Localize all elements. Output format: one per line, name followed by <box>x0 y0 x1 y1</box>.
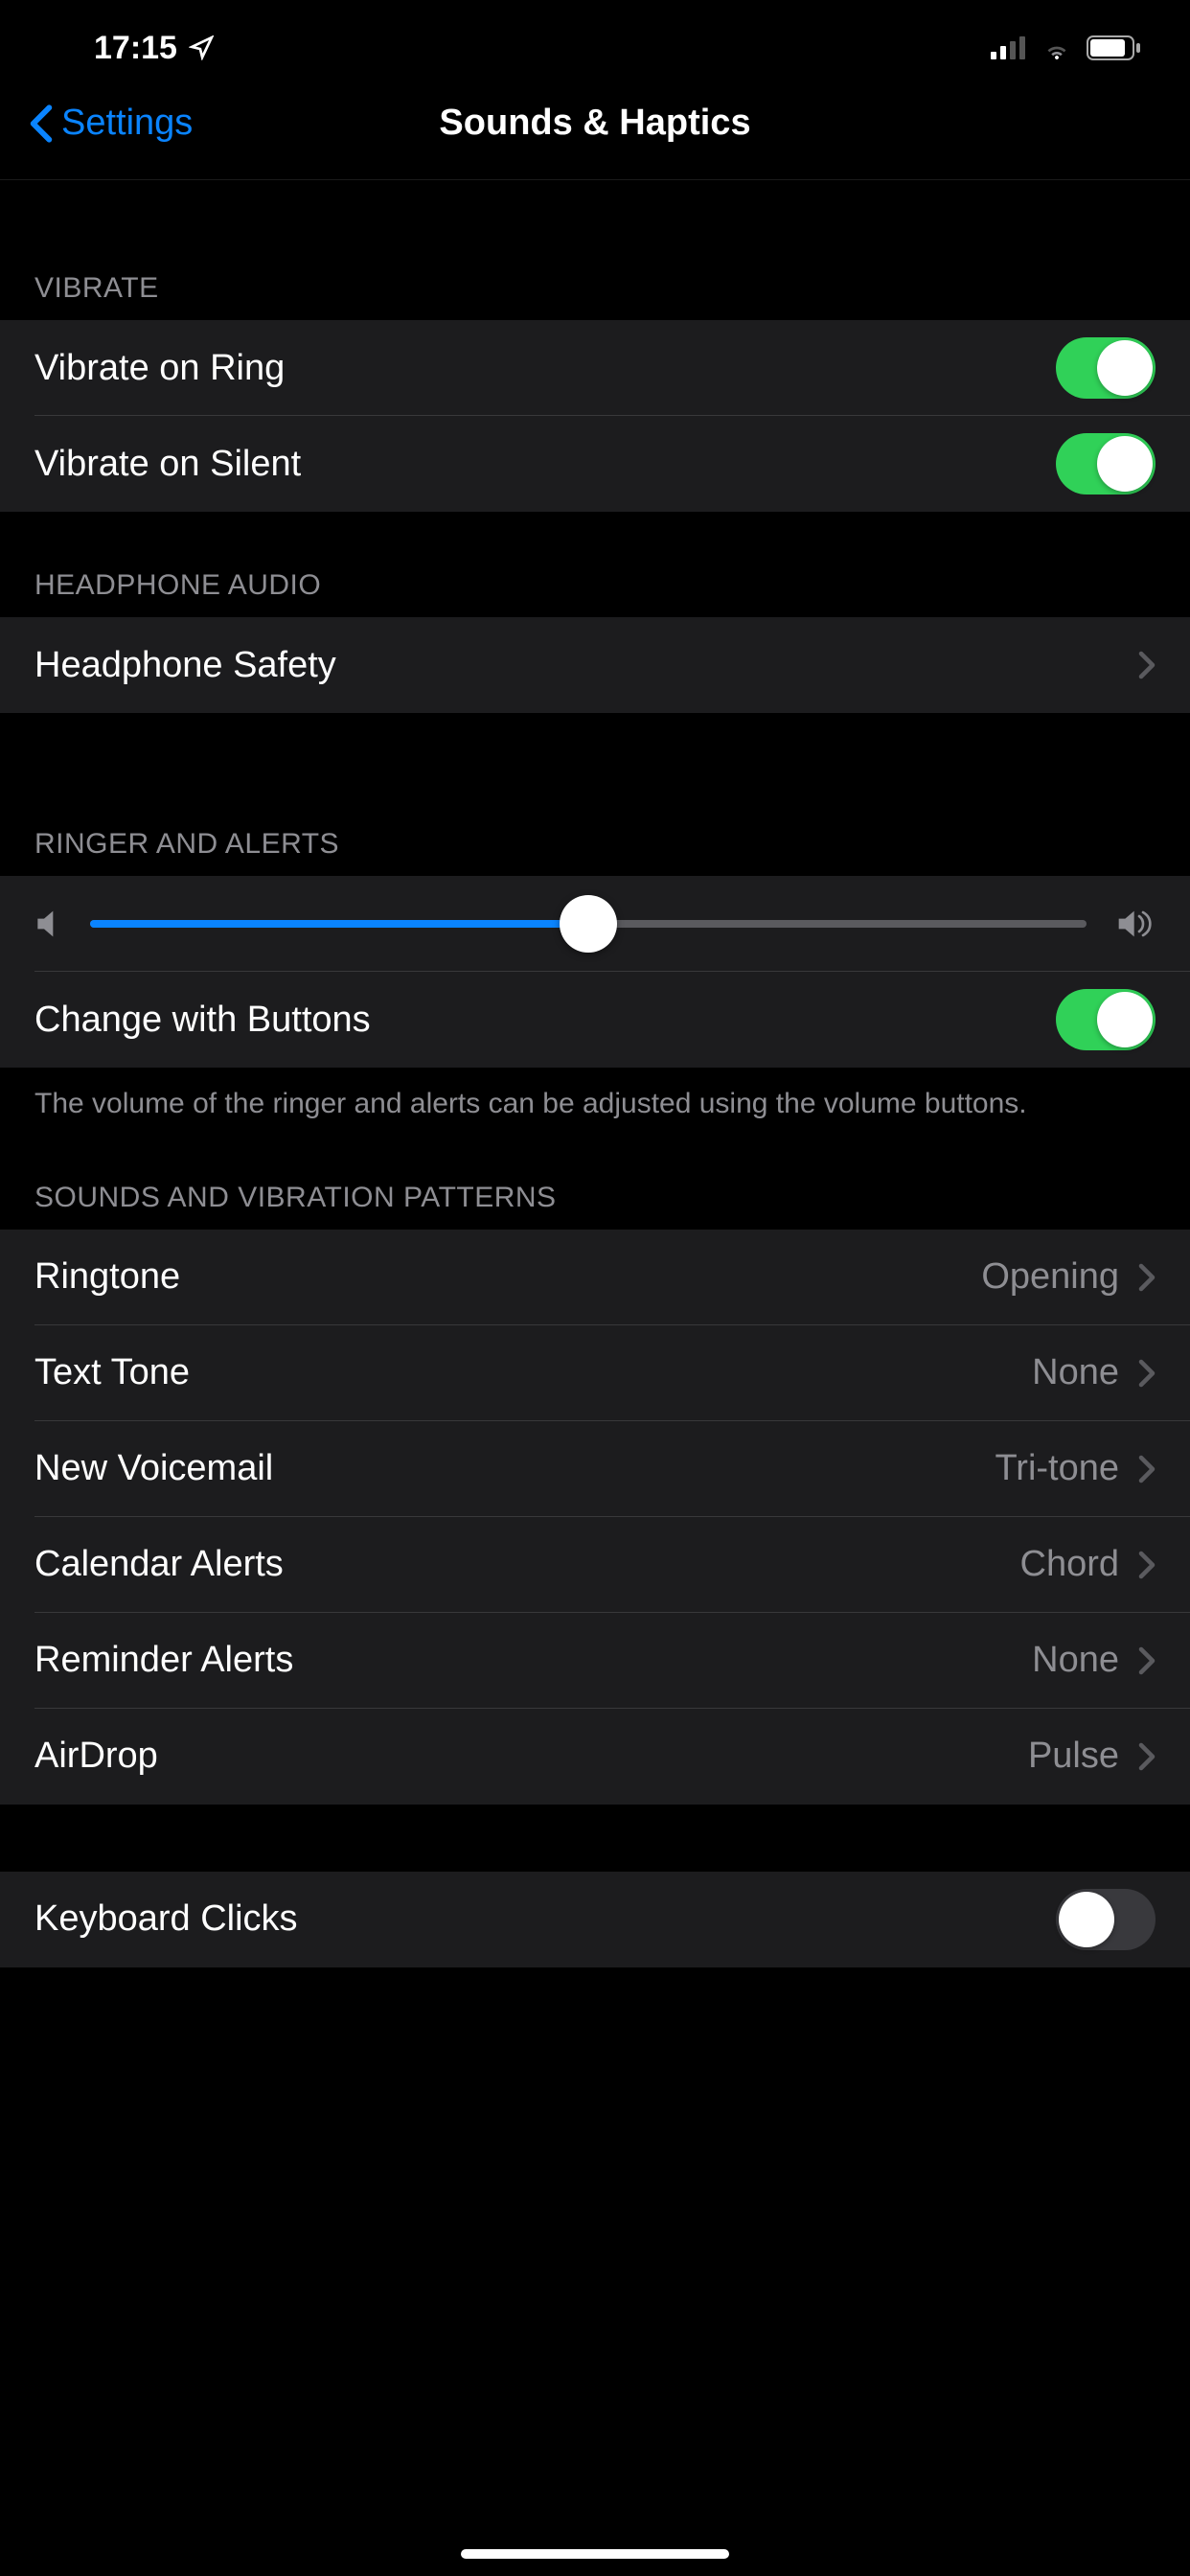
cell-label: Change with Buttons <box>34 1000 371 1041</box>
cell-label: Headphone Safety <box>34 645 336 686</box>
text-tone-row[interactable]: Text Tone None <box>0 1325 1190 1421</box>
nav-bar: Settings Sounds & Haptics <box>0 96 1190 180</box>
cell-label: Ringtone <box>34 1256 180 1298</box>
chevron-right-icon <box>1138 1742 1156 1771</box>
section-header-sounds: SOUNDS AND VIBRATION PATTERNS <box>0 1124 1190 1230</box>
chevron-right-icon <box>1138 1551 1156 1579</box>
vibrate-on-ring-toggle[interactable] <box>1056 337 1156 399</box>
section-header-headphone: HEADPHONE AUDIO <box>0 512 1190 617</box>
status-left: 17:15 <box>48 30 214 67</box>
cell-value: Opening <box>981 1256 1119 1298</box>
cell-label: Keyboard Clicks <box>34 1898 298 1940</box>
vibrate-on-ring-row[interactable]: Vibrate on Ring <box>0 320 1190 416</box>
location-icon <box>189 35 214 60</box>
keyboard-clicks-toggle[interactable] <box>1056 1889 1156 1950</box>
cell-value: Pulse <box>1028 1736 1119 1777</box>
status-time: 17:15 <box>94 30 177 67</box>
back-button[interactable]: Settings <box>29 103 193 144</box>
ringtone-row[interactable]: Ringtone Opening <box>0 1230 1190 1325</box>
speaker-high-icon <box>1115 908 1156 939</box>
cell-label: Vibrate on Ring <box>34 348 285 389</box>
speaker-low-icon <box>34 908 61 939</box>
chevron-right-icon <box>1138 1359 1156 1388</box>
chevron-right-icon <box>1138 1263 1156 1292</box>
cell-label: New Voicemail <box>34 1448 273 1489</box>
status-right <box>991 35 1142 60</box>
cell-value: Tri-tone <box>995 1448 1119 1489</box>
chevron-left-icon <box>29 104 54 143</box>
section-footer-ringer: The volume of the ringer and alerts can … <box>0 1068 1190 1124</box>
vibrate-on-silent-toggle[interactable] <box>1056 433 1156 494</box>
cell-label: AirDrop <box>34 1736 158 1777</box>
back-label: Settings <box>61 103 193 144</box>
keyboard-clicks-row[interactable]: Keyboard Clicks <box>0 1872 1190 1967</box>
cell-value: None <box>1032 1352 1119 1393</box>
section-header-vibrate: VIBRATE <box>0 180 1190 320</box>
cell-label: Calendar Alerts <box>34 1544 284 1585</box>
calendar-alerts-row[interactable]: Calendar Alerts Chord <box>0 1517 1190 1613</box>
chevron-right-icon <box>1138 1455 1156 1484</box>
cell-label: Vibrate on Silent <box>34 444 301 485</box>
new-voicemail-row[interactable]: New Voicemail Tri-tone <box>0 1421 1190 1517</box>
change-with-buttons-toggle[interactable] <box>1056 989 1156 1050</box>
vibrate-on-silent-row[interactable]: Vibrate on Silent <box>0 416 1190 512</box>
section-header-ringer: RINGER AND ALERTS <box>0 713 1190 876</box>
cell-value: Chord <box>1020 1544 1120 1585</box>
cellular-icon <box>991 36 1027 59</box>
cell-label: Text Tone <box>34 1352 190 1393</box>
reminder-alerts-row[interactable]: Reminder Alerts None <box>0 1613 1190 1709</box>
battery-icon <box>1087 35 1142 60</box>
airdrop-row[interactable]: AirDrop Pulse <box>0 1709 1190 1805</box>
headphone-safety-row[interactable]: Headphone Safety <box>0 617 1190 713</box>
status-bar: 17:15 <box>0 0 1190 96</box>
page-title: Sounds & Haptics <box>439 103 750 144</box>
cell-label: Reminder Alerts <box>34 1640 293 1681</box>
cell-value: None <box>1032 1640 1119 1681</box>
wifi-icon <box>1041 36 1073 59</box>
chevron-right-icon <box>1138 1646 1156 1675</box>
change-with-buttons-row[interactable]: Change with Buttons <box>0 972 1190 1068</box>
content[interactable]: VIBRATE Vibrate on Ring Vibrate on Silen… <box>0 180 1190 2576</box>
ringer-volume-slider-row <box>0 876 1190 972</box>
ringer-volume-slider[interactable] <box>90 920 1087 928</box>
home-indicator[interactable] <box>461 2549 729 2559</box>
chevron-right-icon <box>1138 651 1156 679</box>
